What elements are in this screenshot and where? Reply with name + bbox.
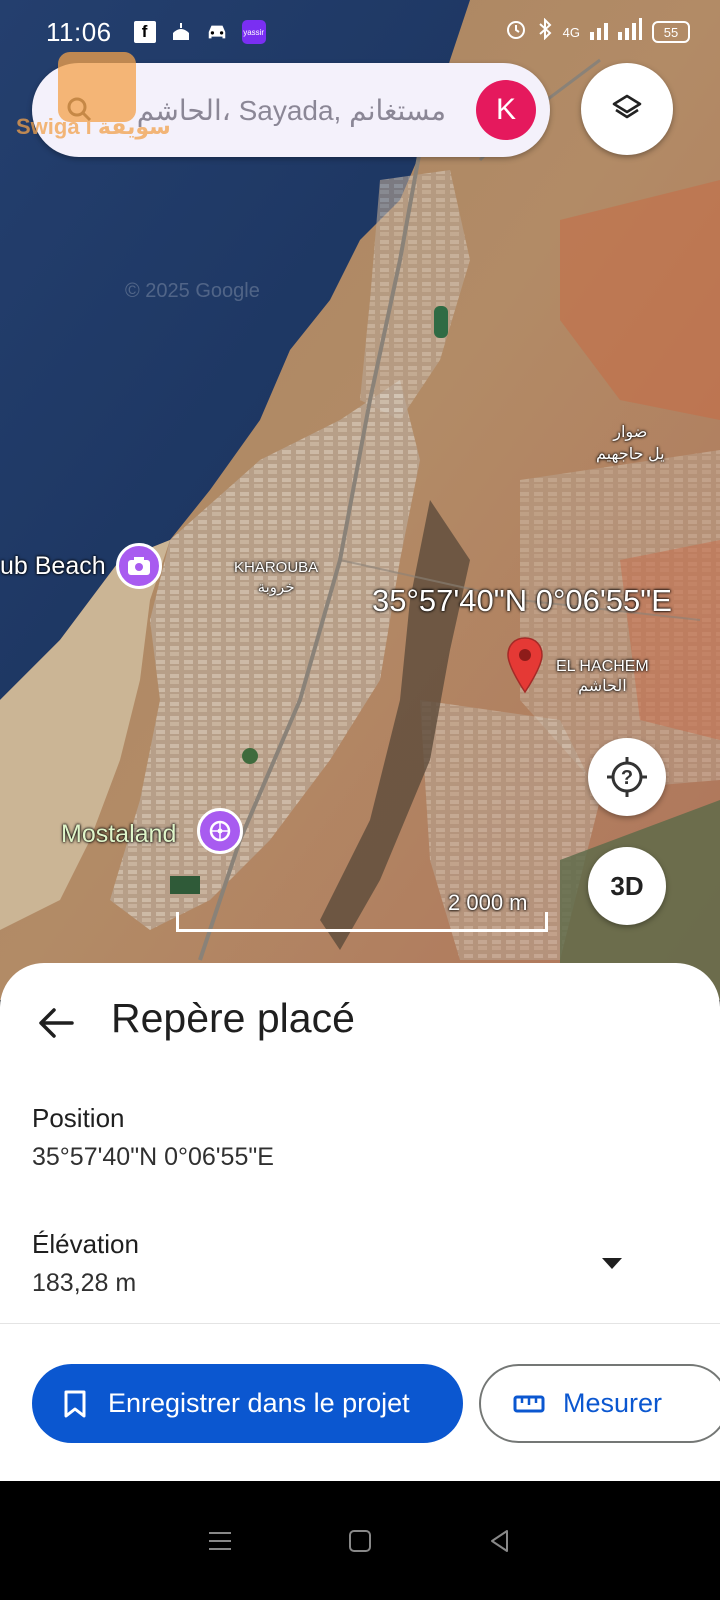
alarm-icon <box>505 18 527 46</box>
expand-dropdown-icon[interactable] <box>598 1253 626 1273</box>
back-arrow-icon[interactable] <box>36 1003 76 1043</box>
map-label-club-beach[interactable]: ub Beach <box>0 552 106 581</box>
car-icon <box>206 21 228 43</box>
el-hachem-latin: EL HACHEM <box>556 658 649 675</box>
map-label-kharouba[interactable]: KHAROUBA خروبة <box>234 558 318 598</box>
signal-icon <box>590 18 642 46</box>
yassir-icon: yassir <box>241 20 266 44</box>
douar-line1: ضوار <box>613 424 648 441</box>
map-label-mostaland[interactable]: Mostaland <box>61 820 176 849</box>
3d-toggle-button[interactable]: 3D <box>588 847 666 925</box>
dropped-pin-icon[interactable] <box>505 636 545 694</box>
save-button-label: Enregistrer dans le projet <box>108 1388 410 1418</box>
sheet-title: Repère placé <box>111 995 355 1041</box>
kharouba-arabic: خروبة <box>257 579 295 596</box>
amusement-park-poi-icon[interactable] <box>197 808 243 854</box>
layers-button[interactable] <box>581 63 673 155</box>
back-nav-icon[interactable] <box>485 1526 515 1556</box>
system-nav-bar <box>0 1481 720 1600</box>
elevation-value: 183,28 m <box>32 1269 137 1297</box>
elevation-label: Élévation <box>32 1229 139 1259</box>
map-copyright: © 2025 Google <box>125 280 260 302</box>
satellite-map[interactable]: © 2025 Google 11:06 f yassir 4G 55 الحاش… <box>0 0 720 1000</box>
layers-icon <box>612 94 642 119</box>
placed-marker-sheet: Repère placé Position 35°57'40"N 0°06'55… <box>0 963 720 1481</box>
save-to-project-button[interactable]: Enregistrer dans le projet <box>32 1364 463 1443</box>
scale-bar <box>176 912 548 932</box>
sheet-header: Repère placé <box>0 963 720 1083</box>
position-label: Position <box>32 1103 125 1133</box>
measure-button[interactable]: Mesurer <box>479 1364 720 1443</box>
measure-button-label: Mesurer <box>563 1388 663 1418</box>
watermark-text: Swiga l سويقة <box>16 114 171 139</box>
el-hachem-arabic: الحاشم <box>578 678 627 695</box>
location-unknown-icon: ? <box>607 757 647 797</box>
svg-text:?: ? <box>621 767 633 789</box>
network-type: 4G <box>562 24 580 40</box>
camera-poi-icon[interactable] <box>116 543 162 589</box>
watermark-logo: Swiga l سويقة <box>16 40 171 150</box>
pin-coordinates-label: 35°57'40"N 0°06'55"E <box>372 583 672 618</box>
watermark-icon <box>58 52 136 122</box>
ruler-icon <box>513 1395 545 1412</box>
divider <box>0 1323 720 1324</box>
recent-apps-icon[interactable] <box>205 1526 235 1556</box>
home-icon[interactable] <box>345 1526 375 1556</box>
my-location-button[interactable]: ? <box>588 738 666 816</box>
avatar[interactable]: K <box>476 80 536 140</box>
battery-level: 55 <box>663 24 679 40</box>
mosque-icon <box>170 21 192 43</box>
position-value[interactable]: 35°57'40"N 0°06'55"E <box>32 1143 274 1172</box>
bookmark-icon <box>64 1390 86 1417</box>
map-label-douar[interactable]: ضوار يل حاجهيم <box>596 422 665 466</box>
kharouba-latin: KHAROUBA <box>234 559 319 576</box>
douar-line2: يل حاجهيم <box>596 446 665 463</box>
map-label-el-hachem[interactable]: EL HACHEM الحاشم <box>556 657 649 697</box>
bluetooth-icon <box>537 17 553 46</box>
battery-icon: 55 <box>652 21 690 43</box>
